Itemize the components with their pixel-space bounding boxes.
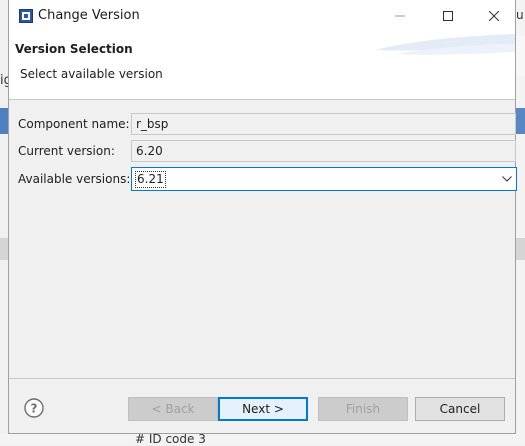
minimize-icon <box>395 15 405 17</box>
next-button[interactable]: Next > <box>218 397 308 421</box>
background-app-left-header <box>0 108 8 134</box>
cancel-button[interactable]: Cancel <box>415 397 505 421</box>
banner-decoration <box>375 34 515 55</box>
available-versions-value: 6.21 <box>135 171 166 188</box>
component-name-field[interactable]: r_bsp <box>131 113 516 135</box>
finish-button[interactable]: Finish <box>318 397 408 421</box>
close-icon <box>489 11 499 21</box>
available-versions-select[interactable]: 6.21 <box>131 167 517 191</box>
component-label: Component name: <box>18 117 130 131</box>
maximize-icon <box>443 11 453 21</box>
background-app-row <box>516 238 525 260</box>
background-app-panel <box>516 36 525 76</box>
available-versions-label: Available versions: <box>18 172 131 186</box>
page-title: Version Selection <box>15 42 133 56</box>
background-app-left-row <box>0 238 8 260</box>
background-app-bottom <box>0 434 525 445</box>
background-app-header <box>516 108 525 134</box>
form-area: Component name: r_bsp Current version: 6… <box>9 100 517 379</box>
button-bar: ? < Back Next > Finish Cancel <box>9 379 515 434</box>
svg-text:?: ? <box>31 402 38 416</box>
background-text-bottom: # ID code 3 <box>135 432 206 446</box>
window-title: Change Version <box>38 8 140 23</box>
dropdown-button[interactable] <box>497 168 516 190</box>
page-description: Select available version <box>20 67 163 81</box>
minimize-button[interactable] <box>377 0 423 32</box>
wizard-banner: Version Selection Select available versi… <box>9 32 515 100</box>
app-icon <box>19 9 33 23</box>
title-bar[interactable]: Change Version <box>9 0 515 32</box>
back-button[interactable]: < Back <box>128 397 218 421</box>
close-button[interactable] <box>471 0 517 32</box>
background-text-left: ig <box>0 73 8 88</box>
help-icon[interactable]: ? <box>24 398 44 418</box>
current-version-field[interactable]: 6.20 <box>131 140 516 162</box>
maximize-button[interactable] <box>425 0 471 32</box>
chevron-down-icon <box>502 176 512 182</box>
current-version-label: Current version: <box>18 144 115 158</box>
background-text-right: u <box>516 8 524 22</box>
change-version-dialog: Change Version Version Selection Select … <box>8 0 517 434</box>
